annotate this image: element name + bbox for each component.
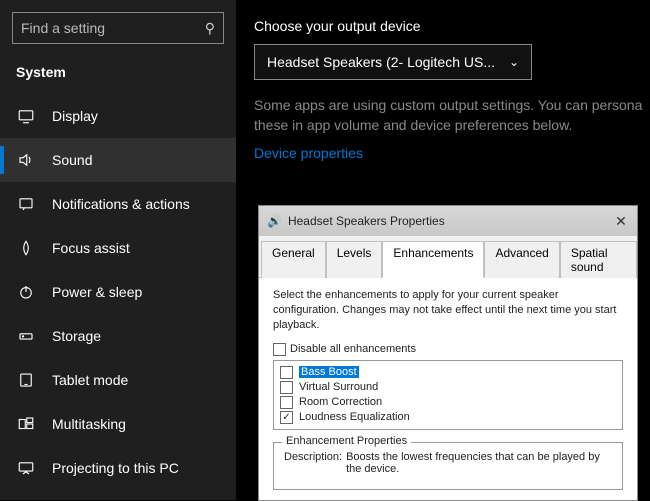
properties-dialog: 🔊 Headset Speakers Properties ✕ General … <box>258 205 638 501</box>
search-box[interactable]: ⚲ <box>12 12 224 44</box>
tab-spatial-sound[interactable]: Spatial sound <box>560 241 637 278</box>
instructions-text: Select the enhancements to apply for you… <box>273 288 623 333</box>
sidebar-item-tablet-mode[interactable]: Tablet mode <box>0 358 236 402</box>
checkbox[interactable] <box>280 396 293 409</box>
dialog-title: Headset Speakers Properties <box>288 214 611 228</box>
enhancement-label: Virtual Surround <box>299 381 378 393</box>
output-device-label: Choose your output device <box>254 18 650 34</box>
enhancements-list: Bass Boost Virtual Surround Room Correct… <box>273 360 623 430</box>
projecting-icon <box>16 458 36 478</box>
device-properties-link[interactable]: Device properties <box>254 145 650 161</box>
nav-label: Sound <box>52 152 92 168</box>
dialog-body: Select the enhancements to apply for you… <box>259 278 637 500</box>
sound-icon <box>16 150 36 170</box>
description-text: Boosts the lowest frequencies that can b… <box>346 451 612 475</box>
display-icon <box>16 106 36 126</box>
enhancement-properties-box: Enhancement Properties Description: Boos… <box>273 442 623 490</box>
tab-levels[interactable]: Levels <box>326 241 383 278</box>
tab-advanced[interactable]: Advanced <box>484 241 559 278</box>
checkbox[interactable] <box>280 381 293 394</box>
dialog-tabs: General Levels Enhancements Advanced Spa… <box>259 236 637 278</box>
settings-sidebar: ⚲ System Display Sound Notifications & a… <box>0 0 236 500</box>
nav-label: Multitasking <box>52 416 126 432</box>
multitasking-icon <box>16 414 36 434</box>
description-label: Description: <box>284 451 342 475</box>
sidebar-item-sound[interactable]: Sound <box>0 138 236 182</box>
notifications-icon <box>16 194 36 214</box>
section-header: System <box>0 58 236 94</box>
properties-legend: Enhancement Properties <box>282 435 411 447</box>
sidebar-item-display[interactable]: Display <box>0 94 236 138</box>
disable-all-row[interactable]: Disable all enhancements <box>273 343 623 356</box>
sidebar-item-power-sleep[interactable]: Power & sleep <box>0 270 236 314</box>
nav-label: Power & sleep <box>52 284 142 300</box>
dialog-titlebar[interactable]: 🔊 Headset Speakers Properties ✕ <box>259 206 637 236</box>
speaker-icon: 🔊 <box>267 214 282 228</box>
enhancement-room-correction[interactable]: Room Correction <box>280 395 616 410</box>
sidebar-item-storage[interactable]: Storage <box>0 314 236 358</box>
sidebar-item-multitasking[interactable]: Multitasking <box>0 402 236 446</box>
dropdown-value: Headset Speakers (2- Logitech US... <box>267 54 495 70</box>
tab-enhancements[interactable]: Enhancements <box>382 241 484 278</box>
chevron-down-icon: ⌄ <box>509 55 519 69</box>
output-description: Some apps are using custom output settin… <box>254 96 650 135</box>
nav-label: Focus assist <box>52 240 130 256</box>
close-button[interactable]: ✕ <box>611 213 631 230</box>
tab-general[interactable]: General <box>261 241 326 278</box>
enhancement-virtual-surround[interactable]: Virtual Surround <box>280 380 616 395</box>
disable-all-checkbox[interactable] <box>273 343 286 356</box>
output-device-dropdown[interactable]: Headset Speakers (2- Logitech US... ⌄ <box>254 44 532 80</box>
search-icon: ⚲ <box>205 20 215 37</box>
nav-label: Notifications & actions <box>52 196 190 212</box>
storage-icon <box>16 326 36 346</box>
disable-all-label: Disable all enhancements <box>290 343 416 355</box>
nav-label: Tablet mode <box>52 372 128 388</box>
tablet-icon <box>16 370 36 390</box>
search-input[interactable] <box>21 20 205 36</box>
nav-label: Storage <box>52 328 101 344</box>
enhancement-label: Bass Boost <box>299 366 359 378</box>
power-icon <box>16 282 36 302</box>
checkbox[interactable] <box>280 366 293 379</box>
sidebar-item-notifications[interactable]: Notifications & actions <box>0 182 236 226</box>
nav-label: Display <box>52 108 98 124</box>
enhancement-label: Room Correction <box>299 396 382 408</box>
focus-icon <box>16 238 36 258</box>
checkbox[interactable]: ✓ <box>280 411 293 424</box>
enhancement-label: Loudness Equalization <box>299 411 410 423</box>
sidebar-item-projecting[interactable]: Projecting to this PC <box>0 446 236 490</box>
nav-label: Projecting to this PC <box>52 460 179 476</box>
enhancement-bass-boost[interactable]: Bass Boost <box>280 365 616 380</box>
sidebar-item-focus-assist[interactable]: Focus assist <box>0 226 236 270</box>
enhancement-loudness-eq[interactable]: ✓ Loudness Equalization <box>280 410 616 425</box>
